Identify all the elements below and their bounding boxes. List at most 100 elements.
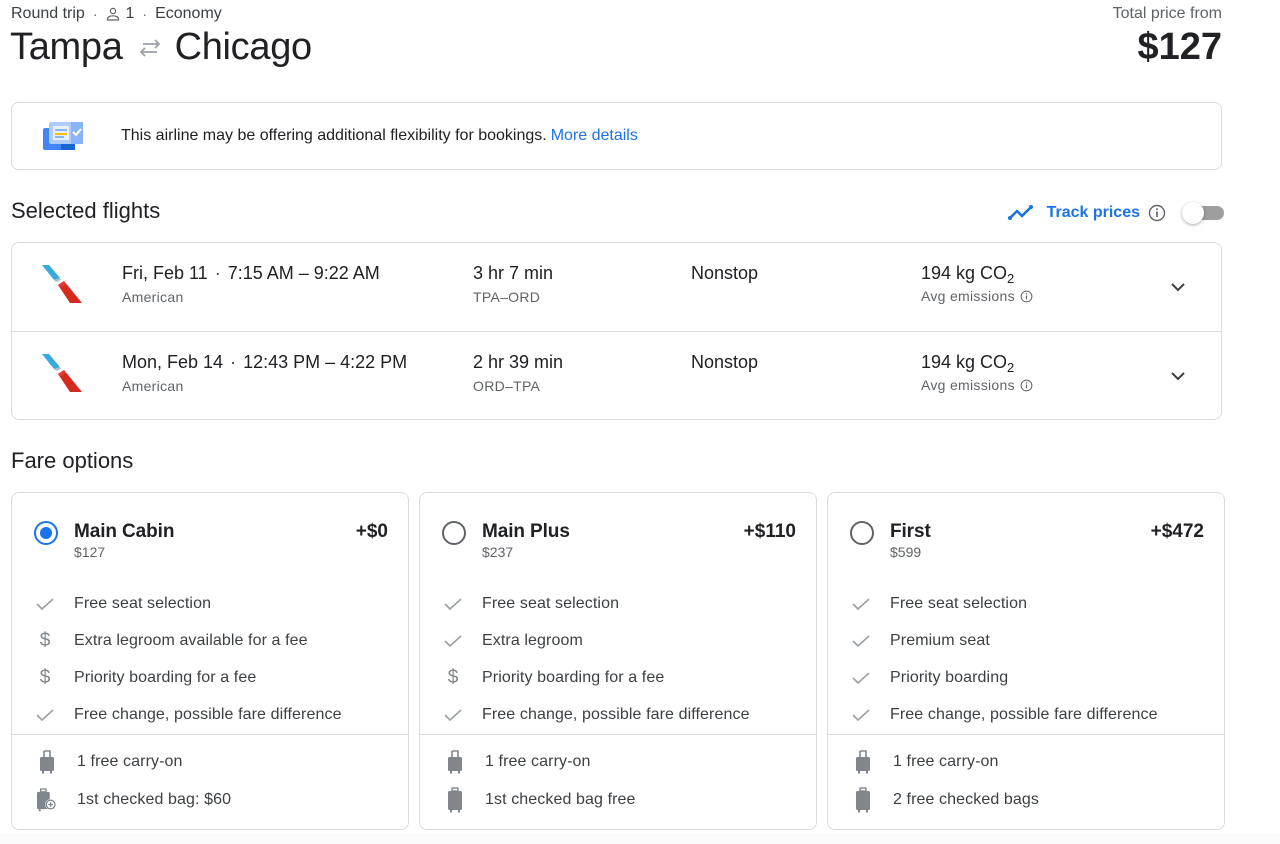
track-prices-label[interactable]: Track prices — [1047, 204, 1140, 222]
check-icon — [852, 634, 870, 648]
origin-city: Tampa — [10, 26, 123, 68]
track-prices-toggle[interactable] — [1182, 202, 1224, 224]
feature-text: Free change, possible fare difference — [482, 705, 750, 723]
fare-feature: Extra legroom — [420, 622, 816, 659]
fare-price: $599 — [890, 544, 922, 560]
baggage-text: 1st checked bag: $60 — [77, 791, 232, 808]
chevron-down-icon[interactable] — [1166, 275, 1190, 299]
baggage-text: 1 free carry-on — [77, 753, 183, 770]
divider — [420, 734, 816, 735]
baggage-info: 1 free carry-on 1st checked bag: $60 — [12, 743, 408, 819]
check-icon — [36, 597, 54, 611]
flight-date: Mon, Feb 14 — [122, 352, 224, 372]
feature-text: Free seat selection — [482, 594, 620, 612]
feature-text: Priority boarding for a fee — [74, 668, 257, 686]
fare-feature: Free seat selection — [420, 585, 816, 622]
flight-route: ORD–TPA — [473, 378, 541, 394]
check-icon — [444, 708, 462, 722]
fare-features: Free seat selection $ Extra legroom availa… — [12, 585, 408, 733]
trip-summary: Round trip · 1 · Economy — [11, 4, 222, 24]
dollar-icon: $ — [39, 630, 51, 651]
feature-text: Free seat selection — [74, 594, 212, 612]
feature-text: Extra legroom — [482, 631, 583, 649]
info-icon[interactable] — [1020, 379, 1033, 392]
check-icon — [852, 708, 870, 722]
feature-text: Premium seat — [890, 631, 990, 649]
fare-feature: $ Priority boarding for a fee — [420, 659, 816, 696]
swap-arrows-icon — [137, 38, 163, 58]
divider — [12, 734, 408, 735]
fare-price-difference: +$472 — [1150, 521, 1204, 542]
emissions-value: 194 kg CO2 — [921, 352, 1015, 375]
page-title: Tampa Chicago — [10, 26, 312, 69]
info-icon[interactable] — [1148, 204, 1166, 222]
baggage-item: 1 free carry-on — [420, 743, 816, 781]
baggage-item: 1 free carry-on — [828, 743, 1224, 781]
flight-stops: Nonstop — [691, 263, 759, 283]
destination-city: Chicago — [174, 26, 313, 68]
fare-feature: $ Priority boarding for a fee — [12, 659, 408, 696]
feature-text: Free change, possible fare difference — [890, 705, 1158, 723]
baggage-text: 2 free checked bags — [893, 791, 1039, 808]
baggage-text: 1st checked bag free — [485, 791, 636, 808]
separator-dot: · — [92, 6, 98, 22]
emissions-label: Avg emissions — [921, 377, 1015, 393]
emissions-label: Avg emissions — [921, 288, 1015, 304]
fare-header: Main Cabin $127 +$0 — [12, 493, 408, 573]
check-icon — [36, 708, 54, 722]
flight-row[interactable]: Fri, Feb 11 · 7:15 AM – 9:22 AM American 3… — [12, 243, 1221, 331]
fare-radio[interactable] — [442, 521, 466, 545]
fare-radio[interactable] — [850, 521, 874, 545]
baggage-text: 1 free carry-on — [485, 753, 591, 770]
flight-duration: 2 hr 39 min — [473, 352, 564, 372]
fare-radio[interactable] — [34, 521, 58, 545]
check-icon — [852, 597, 870, 611]
checked-bag-icon — [853, 787, 873, 813]
more-details-link[interactable]: More details — [551, 127, 638, 144]
fare-price-difference: +$0 — [355, 521, 388, 542]
baggage-item: 1st checked bag: $60 — [12, 781, 408, 819]
chevron-down-icon[interactable] — [1166, 364, 1190, 388]
person-icon — [106, 7, 119, 21]
fare-header: Main Plus $237 +$110 — [420, 493, 816, 573]
feature-text: Priority boarding — [890, 668, 1009, 686]
american-airlines-logo — [42, 265, 82, 303]
feature-text: Free change, possible fare difference — [74, 705, 342, 723]
flight-row[interactable]: Mon, Feb 14 · 12:43 PM – 4:22 PM American … — [12, 331, 1221, 419]
fare-card[interactable]: Main Cabin $127 +$0 Free seat selection $ Ext… — [11, 492, 409, 830]
page-bottom — [0, 834, 1280, 844]
feature-text: Free seat selection — [890, 594, 1028, 612]
fare-price: $127 — [74, 544, 106, 560]
info-icon[interactable] — [1020, 290, 1033, 303]
fare-card[interactable]: First $599 +$472 Free seat selection Premium… — [827, 492, 1225, 830]
fare-options-list: Main Cabin $127 +$0 Free seat selection $ Ext… — [11, 492, 1225, 830]
fare-price-difference: +$110 — [743, 521, 796, 542]
fare-name: First — [890, 521, 931, 542]
fare-card[interactable]: Main Plus $237 +$110 Free seat selection Ext… — [419, 492, 817, 830]
baggage-item: 1st checked bag free — [420, 781, 816, 819]
flight-times: 7:15 AM – 9:22 AM — [227, 263, 380, 283]
booking-flexibility-icon — [43, 122, 83, 150]
fare-feature: Priority boarding — [828, 659, 1224, 696]
trip-type: Round trip — [11, 5, 85, 22]
flight-date: Fri, Feb 11 — [122, 263, 208, 283]
baggage-text: 1 free carry-on — [893, 753, 999, 770]
feature-text: Extra legroom available for a fee — [74, 631, 308, 649]
selected-flights-heading: Selected flights — [11, 198, 161, 223]
feature-text: Priority boarding for a fee — [482, 668, 665, 686]
dollar-icon: $ — [39, 667, 51, 688]
carry-on-icon — [37, 750, 57, 774]
baggage-item: 2 free checked bags — [828, 781, 1224, 819]
passenger-count: 1 — [125, 5, 135, 22]
selected-flights-list: Fri, Feb 11 · 7:15 AM – 9:22 AM American 3… — [11, 242, 1222, 420]
fare-price: $237 — [482, 544, 514, 560]
checked-bag-icon — [445, 787, 465, 813]
flight-route: TPA–ORD — [473, 289, 541, 305]
carry-on-icon — [853, 750, 873, 774]
total-price: $127 — [1137, 26, 1222, 68]
banner-message: This airline may be offering additional … — [121, 127, 547, 144]
fare-feature: Free seat selection — [828, 585, 1224, 622]
carry-on-icon — [445, 750, 465, 774]
check-icon — [444, 597, 462, 611]
fare-options-heading: Fare options — [11, 448, 134, 473]
